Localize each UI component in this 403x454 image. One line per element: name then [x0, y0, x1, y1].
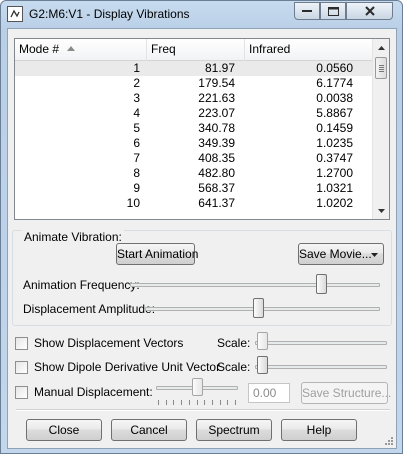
mode-cell: 9	[133, 181, 140, 195]
infrared-cell: 1.0202	[316, 196, 353, 210]
save-movie-button[interactable]: Save Movie...	[298, 243, 384, 265]
dipole-scale-label: Scale:	[217, 360, 251, 374]
dipole-scale-slider-thumb[interactable]	[257, 356, 269, 374]
column-header-infrared[interactable]: Infrared	[245, 39, 373, 61]
manual-displacement-label: Manual Displacement:	[34, 385, 153, 399]
mode-cell: 2	[133, 76, 140, 90]
sort-ascending-icon	[67, 46, 75, 51]
maximize-button[interactable]	[320, 2, 346, 20]
manual-displacement-checkbox[interactable]	[15, 386, 28, 399]
close-icon	[364, 6, 375, 16]
freq-cell: 641.37	[198, 196, 235, 210]
resize-grip-icon[interactable]	[383, 435, 393, 445]
start-animation-button[interactable]: Start Animation	[116, 243, 198, 265]
mode-cell: 1	[133, 61, 140, 75]
infrared-cell: 0.1459	[316, 121, 353, 135]
scrollbar-thumb[interactable]	[375, 57, 387, 79]
list-item[interactable]: 10 641.37 1.0202	[15, 196, 373, 211]
infrared-cell: 0.3747	[316, 151, 353, 165]
vectors-scale-label: Scale:	[217, 336, 251, 350]
manual-displacement-ticks	[158, 400, 236, 405]
list-item[interactable]: 5 340.78 0.1459	[15, 121, 373, 136]
manual-displacement-value-field[interactable]: 0.00	[248, 383, 290, 403]
displacement-amplitude-slider-thumb[interactable]	[252, 298, 264, 318]
mode-cell: 3	[133, 91, 140, 105]
vectors-scale-slider-thumb[interactable]	[257, 332, 269, 350]
infrared-cell: 0.0038	[316, 91, 353, 105]
freq-cell: 179.54	[198, 76, 235, 90]
dipole-scale-track[interactable]	[255, 365, 387, 369]
infrared-cell: 5.8867	[316, 106, 353, 120]
infrared-cell: 0.0560	[316, 61, 353, 75]
cancel-button[interactable]: Cancel	[111, 419, 187, 441]
window-title: G2:M6:V1 - Display Vibrations	[29, 7, 190, 21]
bottom-separator	[16, 409, 390, 411]
show-displacement-vectors-label: Show Displacement Vectors	[34, 336, 184, 350]
list-scrollbar[interactable]	[372, 39, 389, 219]
displacement-amplitude-label: Displacement Amplitude:	[23, 302, 156, 316]
vectors-scale-track[interactable]	[255, 341, 387, 345]
mode-cell: 6	[133, 136, 140, 150]
animation-frequency-slider-thumb[interactable]	[316, 274, 328, 294]
freq-cell: 349.39	[198, 136, 235, 150]
animation-frequency-label: Animation Frequency:	[23, 278, 140, 292]
freq-cell: 340.78	[198, 121, 235, 135]
display-vibrations-window: G2:M6:V1 - Display Vibrations Mode # Fre…	[0, 0, 403, 454]
show-displacement-vectors-checkbox[interactable]	[15, 337, 28, 350]
list-item[interactable]: 8 482.80 1.2700	[15, 166, 373, 181]
list-item[interactable]: 3 221.63 0.0038	[15, 91, 373, 106]
animate-vibration-group-label: Animate Vibration:	[22, 230, 124, 244]
list-rows: 1 81.97 0.0560 2 179.54 6.1774 3 221.63 0.0038 4 2…	[15, 61, 373, 211]
mode-cell: 4	[133, 106, 140, 120]
mode-cell: 5	[133, 121, 140, 135]
freq-cell: 482.80	[198, 166, 235, 180]
list-item[interactable]: 4 223.07 5.8867	[15, 106, 373, 121]
column-header-mode[interactable]: Mode #	[15, 39, 147, 61]
infrared-cell: 1.0235	[316, 136, 353, 150]
scroll-down-arrow-icon[interactable]	[373, 202, 389, 219]
spectrum-button[interactable]: Spectrum	[196, 419, 272, 441]
list-item[interactable]: 1 81.97 0.0560	[15, 61, 373, 76]
close-button[interactable]: Close	[26, 419, 102, 441]
freq-cell: 408.35	[198, 151, 235, 165]
show-dipole-derivative-checkbox[interactable]	[15, 361, 28, 374]
maximize-icon	[327, 6, 339, 16]
freq-cell: 81.97	[204, 61, 235, 75]
title-bar[interactable]: G2:M6:V1 - Display Vibrations	[1, 1, 402, 27]
manual-displacement-slider-thumb[interactable]	[191, 378, 203, 396]
mode-cell: 7	[133, 151, 140, 165]
freq-cell: 221.63	[198, 91, 235, 105]
help-button[interactable]: Help	[281, 419, 357, 441]
infrared-cell: 1.0321	[316, 181, 353, 195]
freq-cell: 568.37	[198, 181, 235, 195]
list-item[interactable]: 6 349.39 1.0235	[15, 136, 373, 151]
animation-frequency-track[interactable]	[130, 283, 380, 287]
mode-cell: 10	[126, 196, 140, 210]
save-structure-button[interactable]: Save Structure...	[301, 382, 391, 404]
list-item[interactable]: 7 408.35 0.3747	[15, 151, 373, 166]
dialog-body: Mode # Freq Infrared 1 81.97 0.0560 2 179.54…	[7, 28, 397, 449]
show-dipole-derivative-label: Show Dipole Derivative Unit Vector	[34, 360, 221, 374]
scroll-up-arrow-icon[interactable]	[373, 39, 389, 56]
dropdown-arrow-icon	[371, 253, 378, 257]
list-header: Mode # Freq Infrared	[15, 39, 373, 61]
list-item[interactable]: 2 179.54 6.1774	[15, 76, 373, 91]
close-window-button[interactable]	[346, 2, 393, 20]
column-header-mode-label: Mode #	[19, 42, 60, 56]
infrared-cell: 6.1774	[316, 76, 353, 90]
infrared-cell: 1.2700	[316, 166, 353, 180]
freq-cell: 223.07	[198, 106, 235, 120]
mode-cell: 8	[133, 166, 140, 180]
minimize-icon	[302, 10, 312, 12]
app-icon[interactable]	[7, 6, 23, 22]
column-header-freq[interactable]: Freq	[147, 39, 245, 61]
list-item[interactable]: 9 568.37 1.0321	[15, 181, 373, 196]
vibration-mode-list[interactable]: Mode # Freq Infrared 1 81.97 0.0560 2 179.54…	[14, 38, 390, 220]
save-movie-label: Save Movie...	[299, 247, 372, 261]
minimize-button[interactable]	[294, 2, 320, 20]
